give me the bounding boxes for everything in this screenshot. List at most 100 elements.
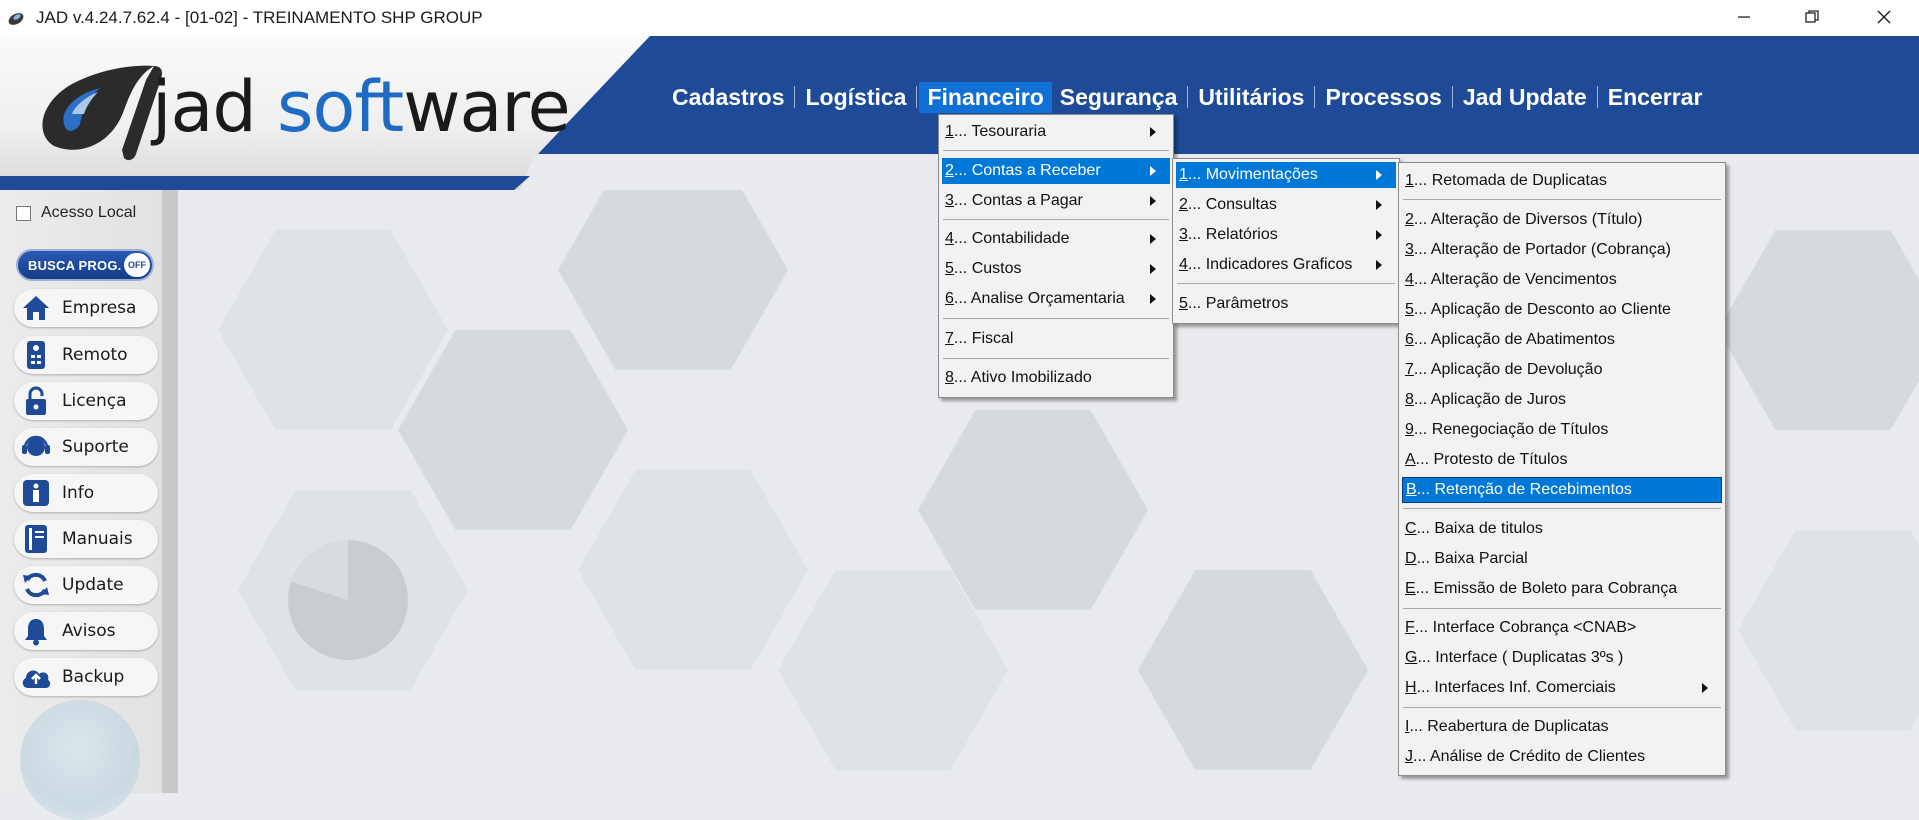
menu-item-interfaces-inf-comerciais[interactable]: H... Interfaces Inf. Comerciais (1402, 675, 1722, 701)
home-icon (20, 292, 52, 324)
menu-item-consultas[interactable]: 2... Consultas (1176, 192, 1396, 218)
checkbox-box[interactable] (16, 205, 31, 221)
contas-a-receber-submenu: 1... Movimentações 2... Consultas 3... R… (1172, 158, 1400, 324)
busca-prog-toggle[interactable]: BUSCA PROG. OFF (16, 249, 154, 281)
menu-item-alteracao-de-portador[interactable]: 3... Alteração de Portador (Cobrança) (1402, 237, 1722, 263)
sidebar-button-manuais[interactable]: Manuais (14, 520, 158, 558)
acesso-local-checkbox[interactable]: Acesso Local (16, 204, 136, 222)
menu-item-retomada-de-duplicatas[interactable]: 1... Retomada de Duplicatas (1402, 168, 1722, 194)
restore-icon (1805, 10, 1819, 23)
menu-item-interface-cobranca-cnab[interactable]: F... Interface Cobrança <CNAB> (1402, 615, 1722, 641)
menu-item-contabilidade[interactable]: 4... Contabilidade (942, 226, 1170, 252)
menu-item-emissao-de-boleto[interactable]: E... Emissão de Boleto para Cobrança (1402, 576, 1722, 602)
sidebar-button-info[interactable]: Info (14, 474, 158, 512)
menu-item-alteracao-de-vencimentos[interactable]: 4... Alteração de Vencimentos (1402, 267, 1722, 293)
submenu-arrow-icon (1150, 127, 1156, 137)
menu-cadastros[interactable]: Cadastros (664, 82, 792, 113)
sidebar-button-empresa[interactable]: Empresa (14, 289, 158, 327)
sidebar-button-label: Remoto (62, 345, 128, 365)
menu-item-indicadores-graficos[interactable]: 4... Indicadores Graficos (1176, 252, 1396, 278)
minimize-button[interactable] (1710, 0, 1778, 34)
menu-item-analise-orcamentaria[interactable]: 6... Analise Orçamentaria (942, 286, 1170, 312)
menu-item-aplicacao-de-devolucao[interactable]: 7... Aplicação de Devolução (1402, 357, 1722, 383)
sidebar-button-label: Manuais (62, 529, 133, 549)
menu-item-contas-a-receber[interactable]: 2... Contas a Receber (942, 158, 1170, 184)
menu-item-tesouraria[interactable]: 1... Tesouraria (942, 119, 1170, 145)
sidebar-button-label: Info (62, 483, 95, 503)
menu-seguranca[interactable]: Segurança (1052, 82, 1186, 113)
submenu-arrow-icon (1150, 166, 1156, 176)
financeiro-menu: 1... Tesouraria 2... Contas a Receber 3.… (938, 114, 1174, 398)
menu-logistica[interactable]: Logística (797, 82, 914, 113)
submenu-arrow-icon (1376, 230, 1382, 240)
menu-item-retencao-de-recebimentos[interactable]: B... Retenção de Recebimentos (1402, 477, 1722, 503)
busca-prog-label: BUSCA PROG. (28, 257, 122, 273)
menu-item-fiscal[interactable]: 7... Fiscal (942, 326, 1170, 352)
sidebar-decoration (20, 700, 140, 820)
maximize-button[interactable] (1778, 0, 1846, 34)
sidebar-button-avisos[interactable]: Avisos (14, 612, 158, 650)
app-icon (8, 13, 24, 25)
menu-item-contas-a-pagar[interactable]: 3... Contas a Pagar (942, 188, 1170, 214)
menu-encerrar[interactable]: Encerrar (1600, 82, 1711, 113)
acesso-local-label: Acesso Local (41, 204, 137, 221)
busca-toggle-state[interactable]: OFF (124, 253, 150, 277)
top-menu: Cadastros Logística Financeiro Segurança… (664, 80, 1710, 114)
window-title: JAD v.4.24.7.62.4 - [01-02] - TREINAMENT… (36, 8, 483, 27)
refresh-icon (20, 569, 52, 601)
menu-item-reabertura-de-duplicatas[interactable]: I... Reabertura de Duplicatas (1402, 714, 1722, 740)
menu-item-relatorios[interactable]: 3... Relatórios (1176, 222, 1396, 248)
sidebar-button-suporte[interactable]: Suporte (14, 428, 158, 466)
sidebar-button-backup[interactable]: Backup (14, 658, 158, 696)
window-titlebar: JAD v.4.24.7.62.4 - [01-02] - TREINAMENT… (0, 0, 1919, 36)
sidebar-button-label: Licença (62, 391, 127, 411)
sidebar-button-label: Empresa (62, 298, 137, 318)
menu-item-baixa-parcial[interactable]: D... Baixa Parcial (1402, 546, 1722, 572)
movimentacoes-submenu: 1... Retomada de Duplicatas 2... Alteraç… (1398, 162, 1726, 776)
submenu-arrow-icon (1150, 294, 1156, 304)
sidebar-button-remoto[interactable]: Remoto (14, 336, 158, 374)
bell-icon (20, 615, 52, 647)
menu-item-movimentacoes[interactable]: 1... Movimentações (1176, 162, 1396, 188)
menu-financeiro[interactable]: Financeiro (919, 81, 1052, 113)
submenu-arrow-icon (1376, 170, 1382, 180)
menu-item-parametros[interactable]: 5... Parâmetros (1176, 291, 1396, 317)
minimize-icon (1738, 16, 1750, 18)
menu-utilitarios[interactable]: Utilitários (1190, 82, 1312, 113)
lock-icon (20, 385, 52, 417)
logo-text-jad: jad (152, 66, 278, 148)
book-icon (20, 523, 52, 555)
menu-item-interface-duplicatas-3os[interactable]: G... Interface ( Duplicatas 3ºs ) (1402, 645, 1722, 671)
menu-item-baixa-de-titulos[interactable]: C... Baixa de titulos (1402, 516, 1722, 542)
close-icon (1877, 10, 1891, 24)
sidebar-button-label: Backup (62, 667, 125, 687)
menu-processos[interactable]: Processos (1317, 82, 1449, 113)
submenu-arrow-icon (1150, 234, 1156, 244)
logo-text: jad software (152, 66, 571, 148)
menu-item-custos[interactable]: 5... Custos (942, 256, 1170, 282)
submenu-arrow-icon (1702, 683, 1708, 693)
sidebar-button-update[interactable]: Update (14, 566, 158, 604)
sidebar-button-label: Avisos (62, 621, 116, 641)
menu-item-ativo-imobilizado[interactable]: 8... Ativo Imobilizado (942, 365, 1170, 391)
menu-item-aplicacao-de-abatimentos[interactable]: 6... Aplicação de Abatimentos (1402, 327, 1722, 353)
remote-icon (20, 339, 52, 371)
menu-jad-update[interactable]: Jad Update (1455, 82, 1595, 113)
menu-item-alteracao-de-diversos[interactable]: 2... Alteração de Diversos (Título) (1402, 207, 1722, 233)
sidebar-button-label: Update (62, 575, 124, 595)
submenu-arrow-icon (1150, 264, 1156, 274)
submenu-arrow-icon (1150, 196, 1156, 206)
submenu-arrow-icon (1376, 260, 1382, 270)
menu-item-renegociacao-de-titulos[interactable]: 9... Renegociação de Títulos (1402, 417, 1722, 443)
menu-item-aplicacao-de-juros[interactable]: 8... Aplicação de Juros (1402, 387, 1722, 413)
jad-logo-mark (42, 65, 162, 161)
close-button[interactable] (1850, 0, 1918, 34)
menu-item-analise-de-credito[interactable]: J... Análise de Crédito de Clientes (1402, 744, 1722, 770)
menu-item-protesto-de-titulos[interactable]: A... Protesto de Títulos (1402, 447, 1722, 473)
logo-text-ware: ware (403, 66, 570, 148)
submenu-arrow-icon (1376, 200, 1382, 210)
menu-item-aplicacao-de-desconto[interactable]: 5... Aplicação de Desconto ao Cliente (1402, 297, 1722, 323)
sidebar-button-licenca[interactable]: Licença (14, 382, 158, 420)
info-icon (20, 477, 52, 509)
sidebar-button-label: Suporte (62, 437, 129, 457)
